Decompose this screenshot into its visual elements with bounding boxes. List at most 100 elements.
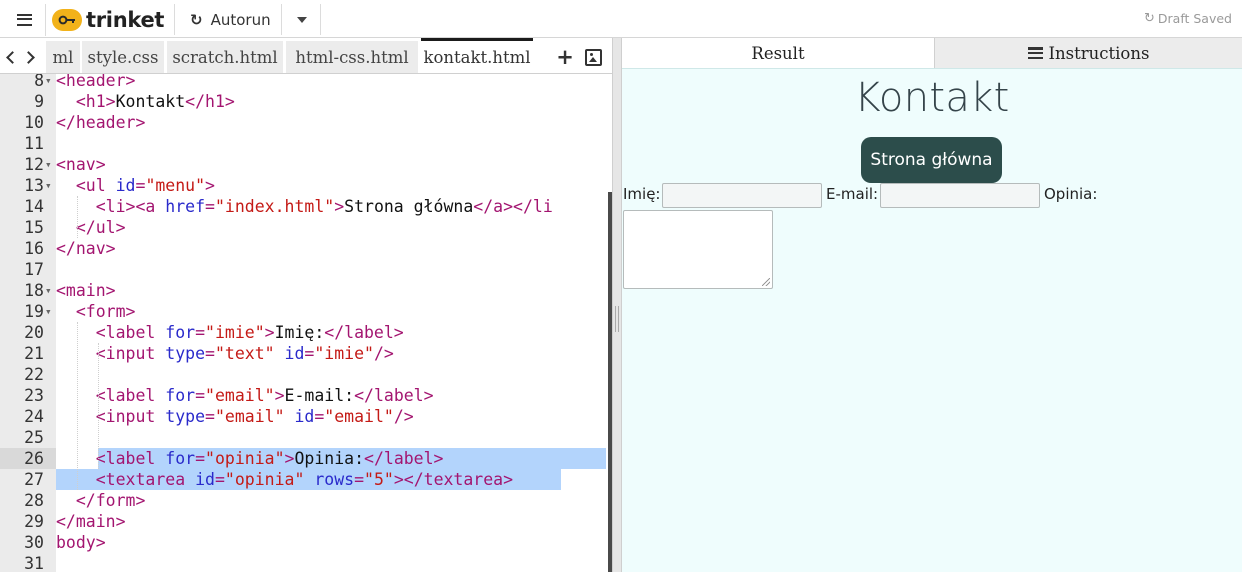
code-line: 23 <label for="email">E-mail:</label>: [0, 385, 608, 406]
list-icon: [1027, 47, 1043, 59]
line-number: 27: [24, 470, 44, 489]
line-number: 13: [24, 176, 44, 195]
code-line: 16 </nav>: [0, 238, 608, 259]
code-token: </main>: [56, 512, 126, 531]
line-number: 20: [24, 323, 44, 342]
preview-label-opinion: Opinia:: [1044, 185, 1098, 203]
line-number: 25: [24, 428, 44, 447]
add-file-icon[interactable]: +: [556, 45, 574, 69]
line-number: 14: [24, 197, 44, 216]
code-token: "text": [214, 344, 275, 363]
menu-button[interactable]: [4, 4, 46, 36]
code-line: 21 <input type="text" id="imie"/>: [0, 343, 608, 364]
preview-label-name: Imię:: [623, 185, 661, 203]
fold-toggle-icon[interactable]: ▾: [45, 154, 52, 175]
code-token: />: [373, 344, 394, 363]
code-token: type: [165, 407, 206, 426]
preview-name-input[interactable]: [662, 183, 822, 208]
code-editor[interactable]: 8 ▾ <header> 9 <h1>Kontakt</h1> 10 </header> 1…: [0, 74, 608, 572]
code-token: id: [195, 470, 215, 489]
code-line: 17: [0, 259, 608, 280]
tab-html-css-html[interactable]: html-css.html: [286, 41, 418, 73]
preview-heading: Kontakt: [854, 75, 1010, 121]
preview-email-input[interactable]: [880, 183, 1040, 208]
tab-scratch-html[interactable]: scratch.html: [167, 41, 283, 73]
code-token: =: [135, 176, 146, 195]
line-number: 19: [24, 302, 44, 321]
chevron-left-icon[interactable]: [6, 50, 19, 64]
fold-toggle-icon[interactable]: ▾: [45, 301, 52, 322]
code-token: id: [115, 176, 136, 195]
code-token: "email": [214, 407, 285, 426]
line-number: 29: [24, 512, 44, 531]
code-token: "index.html": [214, 197, 335, 216]
code-token: for: [165, 323, 196, 342]
line-number: 15: [24, 218, 44, 237]
code-token: <input: [95, 344, 166, 363]
code-text: <main>: [56, 280, 116, 301]
code-token: >: [205, 176, 215, 195]
code-token: <ul: [75, 176, 116, 195]
line-number: 18: [24, 281, 44, 300]
result-preview: Kontakt Strona główna Imię: E-mail: Opin…: [622, 68, 1242, 572]
tab-style-css[interactable]: style.css: [82, 41, 164, 73]
caret-down-icon: [296, 16, 307, 23]
fold-toggle-icon[interactable]: ▾: [45, 280, 52, 301]
code-token: "opinia": [224, 470, 305, 489]
code-text: <ul id="menu">: [56, 175, 215, 196]
code-token: >: [264, 323, 275, 342]
fold-toggle-icon[interactable]: ▾: [45, 74, 52, 91]
code-token: "opinia": [205, 449, 285, 468]
preview-opinion-textarea[interactable]: [623, 210, 773, 289]
draft-status: ↻ Draft Saved: [1144, 11, 1232, 26]
trinket-logo[interactable]: trinket: [52, 6, 164, 34]
code-token: </h1>: [185, 92, 235, 111]
line-number: 28: [24, 491, 44, 510]
line-number: 11: [24, 134, 44, 153]
code-token: href: [165, 197, 206, 216]
tab-result[interactable]: Result: [622, 38, 935, 68]
fold-toggle-icon[interactable]: ▾: [45, 175, 52, 196]
output-tab-bar: Result Instructions: [622, 38, 1242, 68]
pane-splitter[interactable]: [612, 38, 622, 572]
code-text: <label for="opinia">Opinia:</label>: [56, 448, 444, 469]
code-line: 25: [0, 427, 608, 448]
preview-nav-link[interactable]: Strona główna: [861, 137, 1002, 183]
code-line: 19 ▾ <form>: [0, 301, 608, 322]
chevron-right-icon[interactable]: [22, 50, 35, 64]
line-number: 10: [24, 113, 44, 132]
tab-kontakt-html[interactable]: kontakt.html: [421, 38, 533, 73]
code-line: 18 ▾ <main>: [0, 280, 608, 301]
editor-tab-bar: ml style.css scratch.html html-css.html …: [0, 38, 612, 74]
code-token: <nav>: [56, 155, 106, 174]
splitter-grip-icon: [615, 306, 619, 332]
code-line: 22: [0, 364, 608, 385]
image-upload-icon[interactable]: [585, 49, 602, 66]
code-token: =: [205, 197, 215, 216]
code-token: "imie": [205, 323, 265, 342]
run-options-dropdown[interactable]: [283, 4, 321, 35]
tab-file[interactable]: ml: [46, 41, 80, 73]
code-token: id: [284, 344, 305, 363]
tab-instructions[interactable]: Instructions: [935, 38, 1242, 68]
tab-scroll-controls[interactable]: [4, 46, 44, 68]
line-number: 22: [24, 365, 44, 384]
line-number: 31: [24, 554, 44, 572]
code-token: =: [205, 344, 215, 363]
code-token: =: [195, 323, 206, 342]
code-token: />: [393, 407, 414, 426]
line-number: 17: [24, 260, 44, 279]
code-token: =: [214, 470, 225, 489]
code-text: </header>: [56, 112, 145, 133]
code-text: <input type="email" id="email"/>: [56, 406, 414, 427]
code-text: </form>: [56, 490, 146, 511]
code-text: <h1>Kontakt</h1>: [56, 91, 235, 112]
code-text: <label for="email">E-mail:</label>: [56, 385, 434, 406]
code-line: 29 </main>: [0, 511, 608, 532]
code-text: <textarea id="opinia" rows="5"></textare…: [56, 469, 513, 490]
autorun-button[interactable]: ↻ Autorun: [176, 4, 282, 35]
code-token: "imie": [314, 344, 374, 363]
